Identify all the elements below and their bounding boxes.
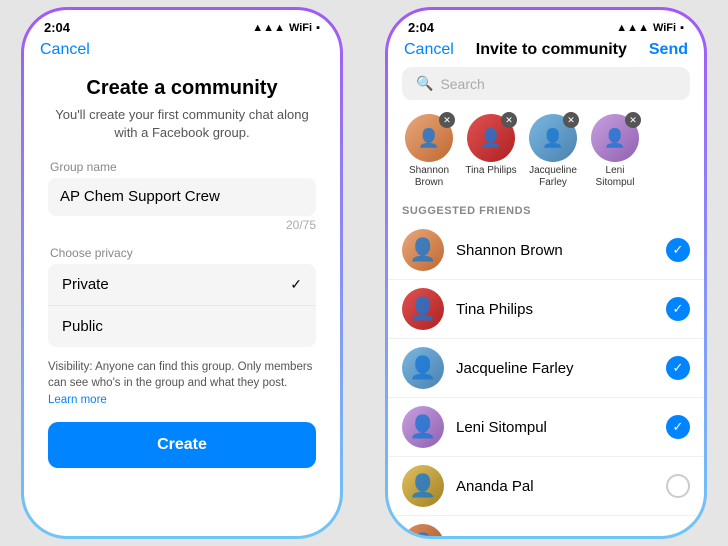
select-mohammad-checkbox[interactable] <box>666 533 690 536</box>
selected-avatar-img-leni: 👤 ✕ <box>591 114 639 162</box>
left-nav: Cancel <box>24 39 340 67</box>
create-button[interactable]: Create <box>48 422 316 468</box>
privacy-options: Private ✓ Public <box>48 264 316 347</box>
friend-row-shannon[interactable]: 👤 Shannon Brown ✓ <box>388 221 704 280</box>
status-icons-right: ▲▲▲ WiFi ▪ <box>616 22 684 34</box>
friend-name-shannon: Shannon Brown <box>456 242 654 259</box>
friend-list: 👤 Shannon Brown ✓ 👤 Tina Philips ✓ 👤 <box>388 221 704 536</box>
battery-icon-right: ▪ <box>680 22 684 34</box>
privacy-option-private[interactable]: Private ✓ <box>48 264 316 306</box>
remove-tina-icon[interactable]: ✕ <box>501 112 517 128</box>
friend-row-jacqueline[interactable]: 👤 Jacqueline Farley ✓ <box>388 339 704 398</box>
sel-name-jacqueline: JacquelineFarley <box>529 165 577 189</box>
search-bar[interactable]: 🔍 Search <box>402 67 690 100</box>
privacy-label: Choose privacy <box>50 246 316 260</box>
remove-shannon-icon[interactable]: ✕ <box>439 112 455 128</box>
friend-avatar-tina: 👤 <box>402 288 444 330</box>
right-cancel-button[interactable]: Cancel <box>404 41 454 59</box>
status-bar-left: 2:04 ▲▲▲ WiFi ▪ <box>24 10 340 39</box>
select-leni-checkbox[interactable]: ✓ <box>666 415 690 439</box>
friend-row-ananda[interactable]: 👤 Ananda Pal <box>388 457 704 516</box>
signal-icon: ▲▲▲ <box>252 22 285 34</box>
sel-name-shannon: ShannonBrown <box>409 165 449 189</box>
invite-title: Invite to community <box>476 41 627 59</box>
remove-leni-icon[interactable]: ✕ <box>625 112 641 128</box>
selected-user-tina[interactable]: 👤 ✕ Tina Philips <box>464 114 518 189</box>
status-time-left: 2:04 <box>44 20 70 35</box>
wifi-icon: WiFi <box>289 22 312 34</box>
remove-jacqueline-icon[interactable]: ✕ <box>563 112 579 128</box>
friend-row-leni[interactable]: 👤 Leni Sitompul ✓ <box>388 398 704 457</box>
friend-avatar-shannon: 👤 <box>402 229 444 271</box>
selected-user-jacqueline[interactable]: 👤 ✕ JacquelineFarley <box>526 114 580 189</box>
group-name-input[interactable]: AP Chem Support Crew <box>48 178 316 216</box>
sel-name-tina: Tina Philips <box>465 165 516 177</box>
page-title: Create a community <box>48 77 316 100</box>
group-name-label: Group name <box>50 160 316 174</box>
friend-row-tina[interactable]: 👤 Tina Philips ✓ <box>388 280 704 339</box>
status-icons-left: ▲▲▲ WiFi ▪ <box>252 22 320 34</box>
selected-avatar-img-shannon: 👤 ✕ <box>405 114 453 162</box>
privacy-option-public[interactable]: Public <box>48 306 316 347</box>
visibility-text: Visibility: Anyone can find this group. … <box>48 359 316 407</box>
search-placeholder: Search <box>440 76 484 92</box>
selected-user-leni[interactable]: 👤 ✕ LeniSitompul <box>588 114 642 189</box>
learn-more-link[interactable]: Learn more <box>48 394 107 406</box>
status-time-right: 2:04 <box>408 20 434 35</box>
select-tina-checkbox[interactable]: ✓ <box>666 297 690 321</box>
selected-avatar-img-tina: 👤 ✕ <box>467 114 515 162</box>
signal-icon-right: ▲▲▲ <box>616 22 649 34</box>
left-phone: 2:04 ▲▲▲ WiFi ▪ Cancel Create a communit… <box>0 0 364 546</box>
friend-name-jacqueline: Jacqueline Farley <box>456 360 654 377</box>
status-bar-right: 2:04 ▲▲▲ WiFi ▪ <box>388 10 704 39</box>
selected-avatar-img-jacqueline: 👤 ✕ <box>529 114 577 162</box>
select-shannon-checkbox[interactable]: ✓ <box>666 238 690 262</box>
group-name-value: AP Chem Support Crew <box>60 188 220 205</box>
friend-name-tina: Tina Philips <box>456 301 654 318</box>
wifi-icon-right: WiFi <box>653 22 676 34</box>
char-count: 20/75 <box>48 218 316 232</box>
private-checkmark: ✓ <box>290 276 302 293</box>
privacy-public-label: Public <box>62 318 103 335</box>
friend-avatar-mohammad: 👤 <box>402 524 444 536</box>
friend-avatar-ananda: 👤 <box>402 465 444 507</box>
selected-user-shannon[interactable]: 👤 ✕ ShannonBrown <box>402 114 456 189</box>
right-phone: 2:04 ▲▲▲ WiFi ▪ Cancel Invite to communi… <box>364 0 728 546</box>
friend-name-ananda: Ananda Pal <box>456 478 654 495</box>
page-subtitle: You'll create your first community chat … <box>48 106 316 142</box>
suggested-friends-label: SUGGESTED FRIENDS <box>388 199 704 221</box>
friend-row-mohammad[interactable]: 👤 Mohammad Hosseini <box>388 516 704 536</box>
select-jacqueline-checkbox[interactable]: ✓ <box>666 356 690 380</box>
cancel-button[interactable]: Cancel <box>40 41 90 59</box>
friend-avatar-jacqueline: 👤 <box>402 347 444 389</box>
right-nav: Cancel Invite to community Send <box>388 39 704 67</box>
sel-name-leni: LeniSitompul <box>596 165 635 189</box>
select-ananda-checkbox[interactable] <box>666 474 690 498</box>
selected-avatars-row: 👤 ✕ ShannonBrown 👤 ✕ Tina Philips <box>388 110 704 199</box>
friend-name-leni: Leni Sitompul <box>456 419 654 436</box>
send-button[interactable]: Send <box>649 41 688 59</box>
battery-icon: ▪ <box>316 22 320 34</box>
friend-avatar-leni: 👤 <box>402 406 444 448</box>
privacy-private-label: Private <box>62 276 109 293</box>
left-body: Create a community You'll create your fi… <box>24 67 340 468</box>
search-icon: 🔍 <box>416 75 433 92</box>
